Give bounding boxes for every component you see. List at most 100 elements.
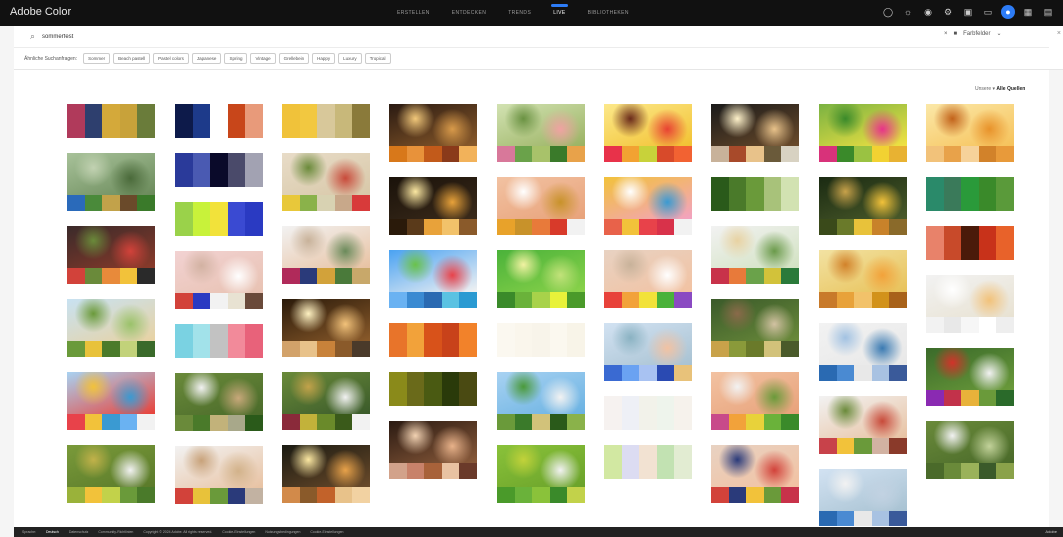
tag-chip[interactable]: Spring — [224, 53, 248, 64]
photo-palette-card[interactable] — [497, 177, 585, 235]
nav-trends[interactable]: TRENDS — [506, 0, 533, 26]
photo-palette-card[interactable] — [926, 275, 1014, 333]
camera-icon[interactable]: ■ — [954, 31, 958, 37]
photo-palette-card[interactable] — [282, 299, 370, 357]
top-icons: ◯ ☼ ◉ ⚙ ▣ ▭ ● ▦ ▤ — [881, 5, 1055, 19]
nav-libraries[interactable]: BIBLIOTHEKEN — [586, 0, 631, 26]
photo-palette-card[interactable] — [711, 299, 799, 357]
photo-palette-card[interactable] — [926, 348, 1014, 406]
palette-card[interactable] — [604, 445, 692, 479]
photo-palette-card[interactable] — [711, 226, 799, 284]
photo-palette-card[interactable] — [282, 226, 370, 284]
color-swatch — [84, 414, 103, 430]
photo-palette-card[interactable] — [604, 104, 692, 162]
photo-palette-card[interactable] — [67, 226, 155, 284]
footer-cookie-settings[interactable]: Cookie-Einstellungen — [310, 530, 343, 534]
color-swatches — [389, 146, 477, 162]
sun-icon[interactable]: ☼ — [901, 5, 915, 19]
photo-palette-card[interactable] — [604, 323, 692, 381]
palette-card[interactable] — [926, 177, 1014, 211]
nav-explore[interactable]: ENTDECKEN — [450, 0, 488, 26]
photo-palette-card[interactable] — [819, 469, 907, 526]
tag-chip[interactable]: Grellebein — [278, 53, 310, 64]
tag-chip[interactable]: Beach pastell — [113, 53, 151, 64]
palette-card[interactable] — [389, 372, 477, 406]
panel-close-icon[interactable]: × — [1057, 30, 1061, 37]
app-title[interactable]: Adobe Color — [10, 6, 71, 18]
photo-palette-card[interactable] — [175, 446, 263, 504]
footer-privacy[interactable]: Datenschutz — [69, 530, 88, 534]
photo-palette-card[interactable] — [819, 323, 907, 381]
photo-palette-card[interactable] — [389, 250, 477, 308]
apps-icon[interactable]: ▦ — [1021, 5, 1035, 19]
photo-palette-card[interactable] — [67, 153, 155, 211]
palette-card[interactable] — [497, 323, 585, 357]
photo-palette-card[interactable] — [282, 153, 370, 211]
photo-palette-card[interactable] — [282, 372, 370, 430]
photo-palette-card[interactable] — [389, 421, 477, 479]
photo-palette-card[interactable] — [819, 250, 907, 308]
photo-palette-card[interactable] — [497, 250, 585, 308]
photo-palette-card[interactable] — [711, 372, 799, 430]
palette-card[interactable] — [67, 104, 155, 138]
tag-chip[interactable]: Tropical — [364, 53, 391, 64]
tag-chip[interactable]: Japanese — [191, 53, 222, 64]
tag-chip[interactable]: Sommer — [83, 53, 111, 64]
color-swatches — [175, 488, 263, 504]
photo-palette-card[interactable] — [819, 104, 907, 162]
search-input[interactable] — [42, 30, 542, 44]
chevron-down-icon[interactable]: ⌄ — [997, 30, 1002, 37]
photo-palette-card[interactable] — [389, 104, 477, 162]
nav-live[interactable]: LIVE — [551, 0, 569, 26]
library-icon[interactable]: ▣ — [961, 5, 975, 19]
photo-palette-card[interactable] — [497, 445, 585, 503]
color-swatch — [192, 153, 211, 187]
palette-card[interactable] — [604, 396, 692, 430]
tag-chip[interactable]: Luxury — [338, 53, 362, 64]
palette-card[interactable] — [926, 226, 1014, 260]
palette-card[interactable] — [711, 177, 799, 211]
palette-card[interactable] — [175, 104, 263, 138]
tag-chip[interactable]: Pastel colors — [153, 53, 189, 64]
search-type-dropdown[interactable]: Farbfelder — [963, 31, 990, 37]
footer-terms[interactable]: Nutzungsbedingungen — [265, 530, 300, 534]
grid-icon[interactable]: ▤ — [1041, 5, 1055, 19]
tag-chip[interactable]: Happy — [312, 53, 336, 64]
footer-language[interactable]: Deutsch — [46, 530, 59, 534]
photo-palette-card[interactable] — [819, 396, 907, 454]
photo-palette-card[interactable] — [926, 104, 1014, 162]
color-swatches — [711, 487, 799, 503]
photo-palette-card[interactable] — [282, 445, 370, 503]
chat-icon[interactable]: ▭ — [981, 5, 995, 19]
photo-palette-card[interactable] — [604, 250, 692, 308]
photo-palette-card[interactable] — [67, 372, 155, 430]
palette-card[interactable] — [175, 153, 263, 187]
color-swatch — [227, 293, 246, 309]
help-icon[interactable]: ◯ — [881, 5, 895, 19]
photo-palette-card[interactable] — [819, 177, 907, 235]
photo-palette-card[interactable] — [604, 177, 692, 235]
photo-palette-card[interactable] — [497, 372, 585, 430]
palette-icon[interactable]: ◉ — [921, 5, 935, 19]
photo-palette-card[interactable] — [497, 104, 585, 162]
tag-chip[interactable]: Vintage — [250, 53, 276, 64]
photo-palette-card[interactable] — [175, 251, 263, 309]
footer-community[interactable]: Community-Richtlinien — [98, 530, 133, 534]
source-filter[interactable]: Unsere ▾ Alle Quellen — [975, 86, 1025, 92]
avatar[interactable]: ● — [1001, 5, 1015, 19]
photo-palette-card[interactable] — [711, 445, 799, 503]
footer-cookies[interactable]: Cookie-Einstellungen — [222, 530, 255, 534]
nav-create[interactable]: ERSTELLEN — [395, 0, 432, 26]
photo-palette-card[interactable] — [389, 177, 477, 235]
photo-palette-card[interactable] — [175, 373, 263, 431]
settings-icon[interactable]: ⚙ — [941, 5, 955, 19]
photo-palette-card[interactable] — [67, 445, 155, 503]
photo-palette-card[interactable] — [711, 104, 799, 162]
photo-palette-card[interactable] — [67, 299, 155, 357]
palette-card[interactable] — [389, 323, 477, 357]
palette-card[interactable] — [282, 104, 370, 138]
photo-palette-card[interactable] — [926, 421, 1014, 479]
palette-card[interactable] — [175, 202, 263, 236]
palette-card[interactable] — [175, 324, 263, 358]
clear-icon[interactable]: × — [944, 31, 948, 37]
